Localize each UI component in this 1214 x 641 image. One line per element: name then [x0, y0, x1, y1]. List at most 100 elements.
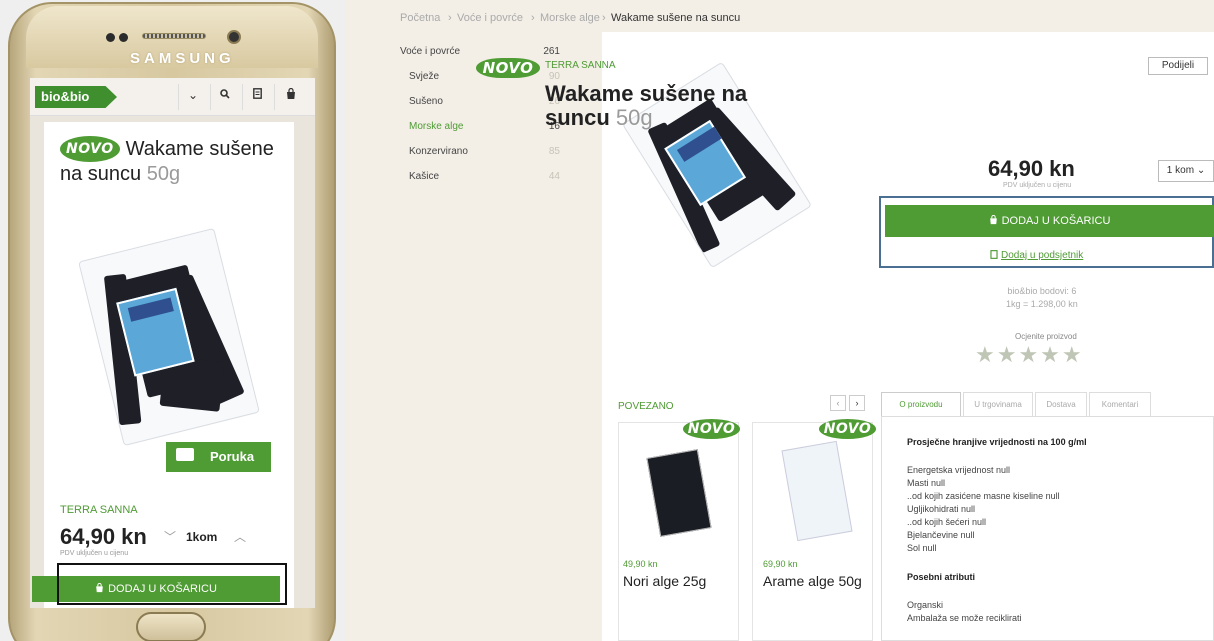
breadcrumb-fruit-veg[interactable]: Voće i povrće — [457, 12, 523, 24]
wishlist-label: Dodaj u podsjetnik — [1001, 250, 1084, 261]
add-to-wishlist-link[interactable]: Dodaj u podsjetnik — [990, 250, 1083, 261]
category-count: 261 — [543, 46, 560, 57]
category-dried[interactable]: Sušeno 26 — [409, 96, 560, 107]
breadcrumb-sep: › — [602, 12, 606, 24]
novo-badge: NOVO — [60, 136, 120, 162]
nutrition-line: Bjelančevine null — [907, 530, 975, 540]
search-icon[interactable] — [214, 88, 236, 102]
novo-badge: NOVO — [819, 419, 876, 439]
attribute-line: Ambalaža se može reciklirati — [907, 613, 1022, 623]
chevron-down-icon: ⌄ — [1196, 165, 1206, 176]
envelope-icon — [176, 448, 194, 461]
tab-stores[interactable]: U trgovinama — [963, 392, 1033, 417]
home-button[interactable] — [136, 612, 206, 641]
divider — [210, 84, 211, 110]
mobile-brand[interactable]: TERRA SANNA — [60, 504, 138, 516]
qty-value: 1 kom — [1166, 165, 1195, 176]
category-label: Morske alge — [409, 121, 464, 132]
quantity-select[interactable]: 1 kom ⌄ — [1158, 160, 1214, 182]
mobile-price: 64,90 kn — [60, 524, 147, 549]
nutrition-heading: Prosječne hranjive vrijednosti na 100 g/… — [907, 437, 1087, 447]
message-label: Poruka — [210, 449, 255, 464]
related-price: 49,90 kn — [623, 559, 658, 569]
share-button[interactable]: Podijeli — [1148, 57, 1208, 75]
category-puree[interactable]: Kašice 44 — [409, 171, 560, 182]
wishlist-icon[interactable] — [246, 88, 268, 102]
next-arrow-icon[interactable]: › — [849, 395, 865, 411]
product-image[interactable] — [78, 227, 260, 447]
divider — [178, 84, 179, 110]
tab-delivery[interactable]: Dostava — [1035, 392, 1087, 417]
phone-sensor — [106, 33, 115, 42]
mobile-product-title: NOVO Wakame sušene na suncu 50g — [60, 136, 285, 186]
novo-badge: NOVO — [476, 58, 540, 78]
product-price: 64,90 kn — [988, 156, 1075, 181]
wishlist-icon — [990, 250, 998, 259]
nutrition-line: Sol null — [907, 543, 937, 553]
category-label: Svježe — [409, 71, 440, 82]
product-brand[interactable]: TERRA SANNA — [545, 60, 616, 71]
rate-label: Ocjenite proizvod — [1015, 332, 1077, 341]
mobile-qty-value: 1kom — [186, 530, 218, 544]
phone-speaker — [142, 33, 206, 39]
breadcrumb-sep: › — [531, 12, 535, 24]
message-button[interactable]: Poruka — [166, 442, 271, 472]
nutrition-line: Ugljikohidrati null — [907, 504, 976, 514]
category-label: Konzervirano — [409, 146, 468, 157]
related-price: 69,90 kn — [763, 559, 798, 569]
phone-camera — [227, 30, 241, 44]
mobile-screen: bio&bio ⌄ NOVO Wakame sušene na suncu 50g — [30, 78, 315, 608]
breadcrumb-sep: › — [448, 12, 452, 24]
breadcrumb-seaweed[interactable]: Morske alge — [540, 12, 600, 24]
qty-increase-icon[interactable]: ︿ — [234, 528, 246, 545]
related-product-card[interactable]: NOVO 69,90 kn Arame alge 50g — [752, 419, 876, 641]
tab-comments[interactable]: Komentari — [1089, 392, 1151, 417]
add-to-cart-button[interactable]: DODAJ U KOŠARICU — [885, 205, 1214, 237]
phone-brand: SAMSUNG — [130, 50, 235, 67]
nutrition-line: ..od kojih zasićene masne kiseline null — [907, 491, 1060, 501]
related-name: Nori alge 25g — [623, 573, 707, 589]
category-label: Kašice — [409, 171, 440, 182]
highlight-frame — [57, 563, 287, 605]
tab-about[interactable]: O proizvodu — [881, 392, 961, 417]
title-weight: 50g — [615, 105, 653, 130]
title-weight: 50g — [146, 163, 181, 185]
cart-icon[interactable] — [280, 87, 302, 103]
phone-sensor — [119, 33, 128, 42]
unit-price: 1kg = 1.298,00 kn — [1006, 299, 1078, 309]
chevron-down-icon[interactable]: ⌄ — [182, 88, 204, 102]
category-seaweed[interactable]: Morske alge 16 — [409, 121, 560, 132]
cart-label: DODAJ U KOŠARICU — [1001, 215, 1111, 227]
attribute-line: Organski — [907, 600, 944, 610]
prev-arrow-icon[interactable]: ‹ — [830, 395, 846, 411]
vat-note: PDV uključen u cijenu — [1003, 182, 1072, 189]
divider — [242, 84, 243, 110]
category-count: 85 — [548, 146, 560, 157]
product-title: Wakame sušene na suncu 50g — [545, 82, 785, 130]
breadcrumb: Početna › Voće i povrće › Morske alge › … — [345, 0, 1214, 30]
related-product-image — [646, 449, 712, 537]
category-fruit-veg[interactable]: Voće i povrće 261 — [400, 46, 560, 57]
related-product-image — [781, 440, 853, 542]
mobile-vat-note: PDV uključen u cijenu — [60, 550, 129, 557]
nutrition-line: ..od kojih šećeri null — [907, 517, 987, 527]
novo-badge: NOVO — [683, 419, 740, 439]
category-canned[interactable]: Konzervirano 85 — [409, 146, 560, 157]
nutrition-line: Energetska vrijednost null — [907, 465, 1011, 475]
mobile-logo[interactable]: bio&bio — [35, 86, 117, 108]
category-count: 44 — [548, 171, 560, 182]
qty-decrease-icon[interactable]: ﹀ — [164, 528, 176, 545]
related-title: POVEZANO — [618, 401, 674, 412]
attributes-heading: Posebni atributi — [907, 572, 976, 582]
mobile-product-card: NOVO Wakame sušene na suncu 50g TERRA SAN… — [44, 122, 294, 608]
breadcrumb-home[interactable]: Početna — [400, 12, 440, 24]
nutrition-line: Masti null — [907, 478, 946, 488]
category-label: Sušeno — [409, 96, 443, 107]
cart-icon — [989, 214, 997, 225]
points-info: bio&bio bodovi: 6 1kg = 1.298,00 kn — [1006, 285, 1078, 311]
rating-stars[interactable]: ★★★★★ — [975, 342, 1084, 368]
category-label: Voće i povrće — [400, 46, 461, 57]
divider — [274, 84, 275, 110]
related-product-card[interactable]: NOVO 49,90 kn Nori alge 25g — [618, 419, 740, 641]
phone-mockup: SAMSUNG bio&bio ⌄ NOVO Wakame sušene na s… — [0, 0, 345, 641]
